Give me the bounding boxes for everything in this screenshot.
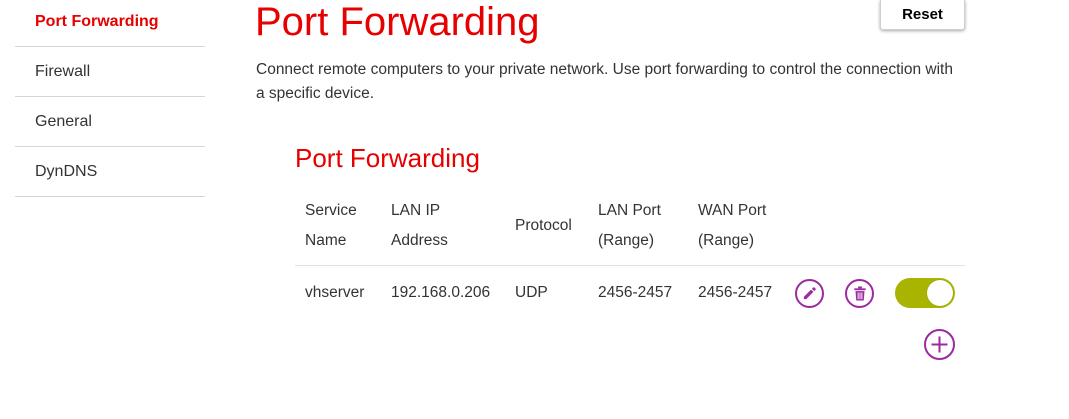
cell-lan-port: 2456-2457 <box>598 284 673 301</box>
sidebar-item-port-forwarding[interactable]: Port Forwarding <box>15 0 205 47</box>
edit-button[interactable] <box>795 279 824 308</box>
sidebar: Port Forwarding Firewall General DynDNS <box>15 0 205 197</box>
toggle-knob <box>927 280 953 306</box>
header-protocol: Protocol <box>515 217 572 234</box>
pencil-icon <box>803 287 816 300</box>
enable-toggle[interactable] <box>895 278 955 308</box>
sidebar-item-firewall[interactable]: Firewall <box>15 47 205 97</box>
header-lan-ip-address: LAN IP Address <box>391 202 448 249</box>
cell-wan-port: 2456-2457 <box>698 284 773 301</box>
cell-protocol: UDP <box>515 284 548 301</box>
sidebar-item-dyndns[interactable]: DynDNS <box>15 147 205 197</box>
port-forwarding-table: Service Name LAN IP Address Protocol LAN… <box>295 190 965 321</box>
section-title: Port Forwarding <box>295 143 480 173</box>
cell-service-name: vhserver <box>305 284 365 301</box>
header-lan-port-range: LAN Port (Range) <box>598 202 661 249</box>
page-description: Connect remote computers to your private… <box>256 61 953 102</box>
trash-icon <box>853 286 866 301</box>
add-rule-button[interactable] <box>924 329 955 360</box>
reset-button[interactable]: Reset <box>880 0 965 30</box>
header-service-name: Service Name <box>305 202 357 249</box>
cell-lan-ip: 192.168.0.206 <box>391 284 491 301</box>
sidebar-item-general[interactable]: General <box>15 97 205 147</box>
plus-icon <box>931 336 948 353</box>
table-row: vhserver 192.168.0.206 UDP 2456-2457 245… <box>295 266 965 321</box>
delete-button[interactable] <box>845 279 874 308</box>
page-title: Port Forwarding <box>255 0 540 44</box>
table-header: Service Name LAN IP Address Protocol LAN… <box>295 190 965 266</box>
header-wan-port-range: WAN Port (Range) <box>698 202 767 249</box>
